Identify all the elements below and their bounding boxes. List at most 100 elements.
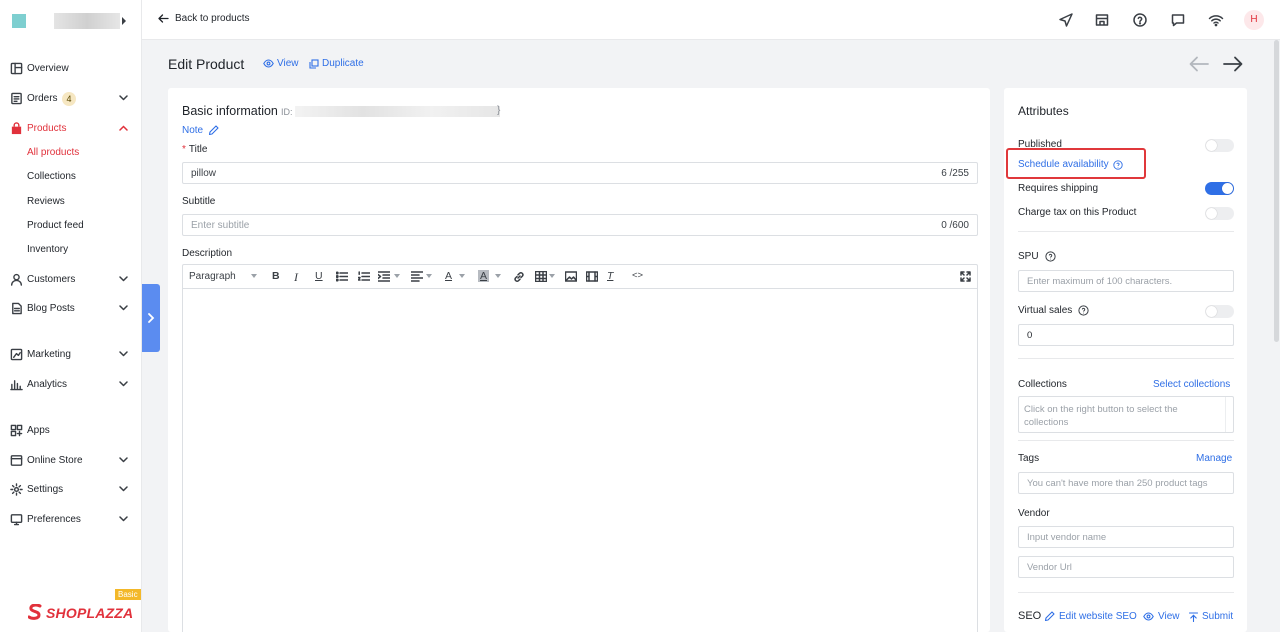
video-icon[interactable] (586, 271, 598, 282)
link-icon[interactable] (513, 271, 525, 283)
italic-button[interactable]: I (294, 270, 298, 285)
paragraph-format-select[interactable]: Paragraph (189, 271, 236, 282)
gear-icon (10, 483, 23, 496)
divider (1018, 440, 1234, 441)
back-to-products-link[interactable]: Back to products (158, 13, 249, 24)
chevron-down-icon (119, 305, 128, 311)
sidebar-subitem-reviews[interactable]: Reviews (27, 196, 65, 207)
virtual-sales-label: Virtual sales (1018, 305, 1089, 316)
indent-icon[interactable] (378, 271, 390, 282)
sidebar-item-label: Blog Posts (27, 303, 75, 314)
store-icon[interactable] (1094, 12, 1110, 28)
help-circle-icon[interactable] (1044, 251, 1056, 262)
sidebar-item-analytics[interactable]: Analytics (0, 374, 142, 396)
blog-posts-icon (12, 302, 22, 315)
vendor-label: Vendor (1018, 508, 1050, 519)
send-icon[interactable] (1058, 12, 1074, 28)
tags-input[interactable]: You can't have more than 250 product tag… (1018, 472, 1234, 494)
chevron-down-icon (119, 95, 128, 101)
title-value: pillow (191, 168, 217, 179)
store-switcher[interactable] (12, 12, 134, 30)
description-editor[interactable]: Paragraph B I U A A T <> (182, 264, 978, 632)
edit-website-seo-link[interactable]: Edit website SEO (1044, 611, 1137, 622)
note-label: Note (182, 125, 204, 136)
bulleted-list-icon[interactable] (336, 271, 348, 282)
seo-view-link[interactable]: View (1143, 611, 1180, 622)
panel-expand-handle[interactable] (142, 284, 160, 352)
store-name-redacted (54, 13, 120, 29)
toggle-knob (1222, 183, 1233, 194)
sidebar-item-apps[interactable]: Apps (0, 420, 142, 442)
sidebar-item-label: Orders (27, 93, 58, 104)
collections-scrollbar[interactable] (1225, 397, 1233, 432)
seo-submit-link[interactable]: Submit (1189, 611, 1233, 622)
fullscreen-icon[interactable] (960, 271, 971, 282)
numbered-list-icon[interactable] (358, 271, 370, 282)
logo-text: SHOPLAZZA (46, 605, 134, 621)
collections-box[interactable]: Click on the right button to select the … (1018, 396, 1234, 433)
sidebar-subitem-collections[interactable]: Collections (27, 171, 76, 182)
subtitle-char-count: 0 /600 (941, 220, 969, 231)
wifi-icon[interactable] (1208, 12, 1224, 28)
align-icon[interactable] (411, 271, 423, 282)
page-scrollbar-thumb[interactable] (1274, 40, 1279, 342)
sidebar-subitem-product-feed[interactable]: Product feed (27, 220, 84, 231)
image-icon[interactable] (565, 271, 577, 282)
attributes-title: Attributes (1018, 104, 1069, 118)
spu-placeholder: Enter maximum of 100 characters. (1027, 276, 1173, 287)
sidebar-item-products[interactable]: Products (0, 118, 142, 140)
section-title: Basic information (182, 104, 278, 118)
basic-information-card: Basic information ID: } Note * Title pill… (168, 88, 990, 632)
next-product-arrow-icon[interactable] (1222, 55, 1244, 73)
user-avatar[interactable]: H (1244, 10, 1264, 30)
spu-input[interactable]: Enter maximum of 100 characters. (1018, 270, 1234, 292)
sidebar-subitem-all-products[interactable]: All products (27, 147, 79, 158)
title-label: * Title (182, 144, 208, 155)
divider (1018, 358, 1234, 359)
tags-manage-link[interactable]: Manage (1196, 453, 1232, 464)
select-collections-link[interactable]: Select collections (1153, 379, 1230, 390)
sidebar-item-customers[interactable]: Customers (0, 269, 142, 291)
sidebar-item-label: Analytics (27, 379, 68, 390)
divider (1018, 231, 1234, 232)
caret-down-icon (549, 274, 555, 278)
sidebar-item-online-store[interactable]: Online Store (0, 450, 142, 472)
sidebar-item-blog-posts[interactable]: Blog Posts (0, 298, 142, 320)
help-circle-icon[interactable] (1078, 305, 1089, 316)
schedule-availability-highlight (1006, 148, 1146, 179)
pencil-icon (209, 125, 219, 136)
note-link[interactable]: Note (182, 125, 219, 136)
table-icon[interactable] (535, 271, 547, 282)
caret-right-icon (122, 17, 126, 25)
sidebar-item-marketing[interactable]: Marketing (0, 344, 142, 366)
virtual-sales-toggle[interactable] (1205, 305, 1234, 318)
vendor-url-input[interactable]: Vendor Url (1018, 556, 1234, 578)
sidebar-item-settings[interactable]: Settings (0, 479, 142, 501)
published-toggle[interactable] (1205, 139, 1234, 152)
view-link[interactable]: View (263, 58, 299, 69)
sidebar-item-overview[interactable]: Overview (0, 58, 142, 80)
toggle-knob (1206, 208, 1217, 219)
requires-shipping-toggle[interactable] (1205, 182, 1234, 195)
sidebar-item-preferences[interactable]: Preferences (0, 509, 142, 531)
subtitle-input[interactable]: Enter subtitle 0 /600 (182, 214, 978, 236)
bold-button[interactable]: B (272, 270, 280, 282)
customers-icon (10, 273, 23, 286)
sidebar-subitem-inventory[interactable]: Inventory (27, 244, 68, 255)
source-code-button[interactable]: <> (632, 270, 643, 281)
font-color-button[interactable]: A (445, 270, 452, 282)
title-input[interactable]: pillow 6 /255 (182, 162, 978, 184)
vendor-name-input[interactable]: Input vendor name (1018, 526, 1234, 548)
chat-icon[interactable] (1170, 12, 1186, 28)
previous-product-arrow-icon[interactable] (1188, 55, 1210, 73)
duplicate-link[interactable]: Duplicate (309, 58, 364, 69)
virtual-sales-input[interactable]: 0 (1018, 324, 1234, 346)
duplicate-icon (309, 58, 319, 69)
charge-tax-toggle[interactable] (1205, 207, 1234, 220)
underline-button[interactable]: U (315, 270, 323, 282)
sidebar-item-orders[interactable]: Orders 4 (0, 88, 142, 110)
help-icon[interactable] (1132, 12, 1148, 28)
clear-format-button[interactable]: T (607, 270, 613, 282)
background-color-button[interactable]: A (478, 270, 490, 282)
page-title: Edit Product (168, 56, 245, 72)
